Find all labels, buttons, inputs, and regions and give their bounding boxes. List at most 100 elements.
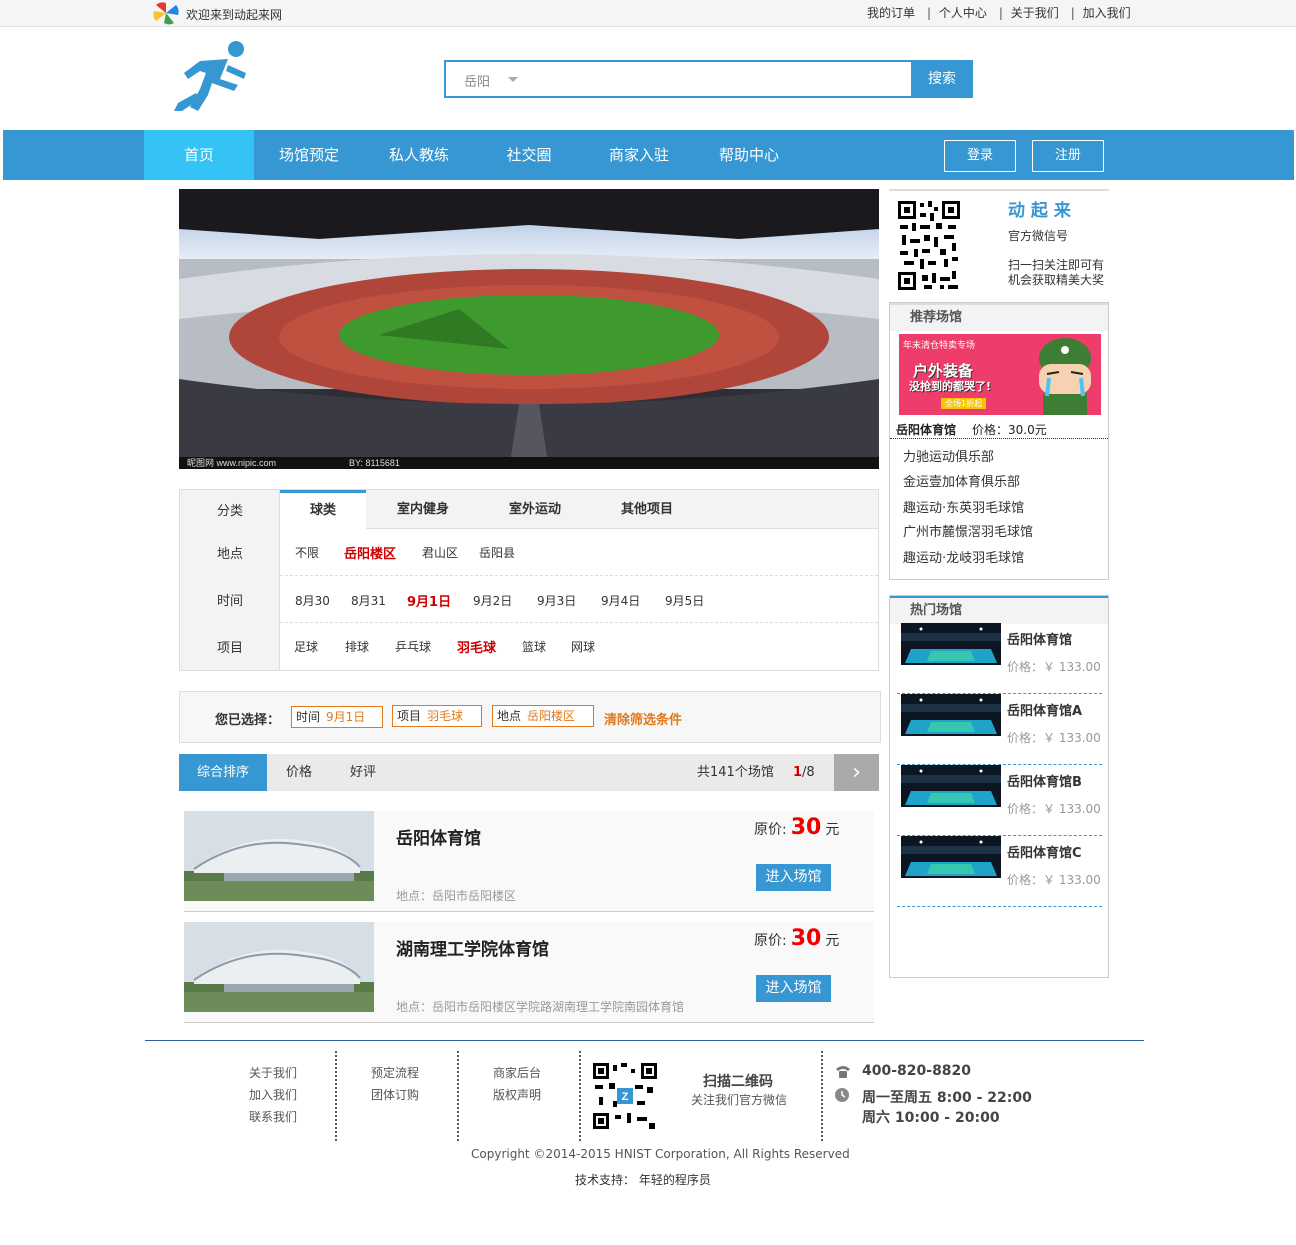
about-us-link[interactable]: 关于我们 — [1011, 6, 1059, 20]
footer: 关于我们 加入我们 联系我们 预定流程 团体订购 商家后台 版权声明 Z 扫描二… — [145, 1040, 1144, 1245]
tab-ball-sports[interactable]: 球类 — [280, 490, 366, 530]
outdoor-gear-ad[interactable]: 年末清仓特卖专场 户外装备 没抢到的都哭了! 全场1折起 — [899, 334, 1101, 415]
venue-price: 原价: 30 元 — [754, 815, 839, 840]
recommend-list-item[interactable]: 趣运动·东英羽毛球馆 — [903, 497, 1024, 516]
venue-name[interactable]: 岳阳体育馆 — [396, 824, 481, 849]
venue-name[interactable]: 湖南理工学院体育馆 — [396, 935, 549, 960]
search-button[interactable]: 搜索 — [911, 60, 973, 98]
recommend-list-item[interactable]: 趣运动·龙岐羽毛球馆 — [903, 547, 1024, 566]
personal-center-link[interactable]: 个人中心 — [939, 6, 987, 20]
wechat-qr-box: 动 起 来 官方微信号 扫一扫关注即可有 机会获取精美大奖 — [889, 189, 1109, 293]
nav-personal-trainer[interactable]: 私人教练 — [364, 130, 474, 180]
sort-rating[interactable]: 好评 — [350, 754, 376, 791]
city-select[interactable]: 岳阳 — [464, 71, 490, 90]
arena-photo — [901, 836, 1001, 878]
chevron-down-icon[interactable] — [508, 77, 518, 82]
qr-title: 动 起 来 — [1008, 201, 1071, 221]
time-option-selected[interactable]: 9月1日 — [407, 591, 451, 610]
hot-venue-item[interactable]: 岳阳体育馆C 价格：￥ 133.00 — [897, 836, 1102, 907]
chip-value: 羽毛球 — [427, 709, 464, 723]
divider — [890, 438, 1108, 439]
sport-option-selected[interactable]: 羽毛球 — [457, 637, 496, 656]
hot-venue-name: 岳阳体育馆C — [1007, 846, 1082, 861]
my-orders-link[interactable]: 我的订单 — [867, 6, 915, 20]
venue-image[interactable] — [184, 811, 374, 901]
footer-link-contact[interactable]: 联系我们 — [249, 1108, 297, 1125]
recommend-list-item[interactable]: 广州市麓憬滘羽毛球馆 — [903, 521, 1033, 540]
venue-image[interactable] — [184, 922, 374, 1012]
enter-venue-button[interactable]: 进入场馆 — [756, 864, 831, 891]
recommended-venues: 推荐场馆 年末清仓特卖专场 户外装备 没抢到的都哭了! 全场1折起 岳阳体育馆 … — [889, 302, 1109, 580]
footer-link-about[interactable]: 关于我们 — [249, 1064, 297, 1081]
filter-chip-sport[interactable]: 项目 羽毛球 — [392, 705, 482, 727]
filter-chip-location[interactable]: 地点 岳阳楼区 — [492, 705, 594, 727]
weekday-hours: 周一至周五 8:00 - 22:00 — [862, 1090, 1032, 1106]
sort-overall[interactable]: 综合排序 — [179, 754, 267, 791]
time-option[interactable]: 9月3日 — [537, 592, 576, 609]
footer-link-booking-flow[interactable]: 预定流程 — [371, 1064, 419, 1081]
nav-home[interactable]: 首页 — [144, 130, 254, 180]
chip-value: 9月1日 — [326, 710, 366, 724]
location-option[interactable]: 君山区 — [422, 544, 458, 561]
hot-venue-item[interactable]: 岳阳体育馆B 价格：￥ 133.00 — [897, 765, 1102, 836]
tab-other[interactable]: 其他项目 — [604, 490, 690, 529]
stadium-image: 昵图网 www.nipic.com BY: 8115681 — [179, 189, 879, 469]
sport-option[interactable]: 网球 — [571, 638, 595, 655]
footer-link-group-order[interactable]: 团体订购 — [371, 1086, 419, 1103]
soldier-mascot-icon — [1039, 338, 1091, 415]
category-label: 分类 — [216, 504, 243, 519]
enter-venue-button[interactable]: 进入场馆 — [756, 975, 831, 1002]
sport-option[interactable]: 篮球 — [522, 638, 546, 655]
hot-venue-item[interactable]: 岳阳体育馆 价格：￥ 133.00 — [897, 623, 1102, 694]
recommend-venue-price: 价格：30.0元 — [972, 423, 1047, 437]
sport-option[interactable]: 足球 — [294, 638, 318, 655]
hot-venue-name: 岳阳体育馆B — [1007, 775, 1082, 790]
svg-text:Z: Z — [622, 1091, 629, 1103]
tab-outdoor[interactable]: 室外运动 — [492, 490, 578, 529]
chip-key: 时间 — [296, 710, 321, 724]
venue-photo — [184, 811, 374, 901]
sport-option[interactable]: 乒乓球 — [395, 638, 431, 655]
footer-link-join[interactable]: 加入我们 — [249, 1086, 297, 1103]
separator: | — [998, 6, 1003, 20]
filter-chip-time[interactable]: 时间 9月1日 — [291, 706, 383, 728]
qr-subtitle: 官方微信号 — [1008, 229, 1069, 243]
qr-code-icon[interactable]: Z — [591, 1061, 659, 1131]
recommend-venue-name[interactable]: 岳阳体育馆 — [896, 421, 956, 438]
location-option[interactable]: 岳阳县 — [479, 544, 515, 561]
tab-indoor-fitness[interactable]: 室内健身 — [380, 490, 466, 529]
footer-link-merchant-admin[interactable]: 商家后台 — [493, 1064, 541, 1081]
nav-venue-booking[interactable]: 场馆预定 — [254, 130, 364, 180]
qr-code-icon[interactable] — [896, 199, 962, 292]
hot-venue-thumb — [901, 694, 1001, 736]
clear-filters-link[interactable]: 清除筛选条件 — [604, 709, 682, 728]
hot-venue-price: 价格：￥ 133.00 — [1007, 802, 1101, 816]
login-button[interactable]: 登录 — [944, 140, 1016, 172]
clock-icon — [835, 1088, 849, 1102]
stadium-banner[interactable]: 昵图网 www.nipic.com BY: 8115681 — [179, 189, 879, 469]
register-button[interactable]: 注册 — [1032, 140, 1104, 172]
runner-logo-icon[interactable] — [170, 39, 255, 111]
join-us-link[interactable]: 加入我们 — [1083, 6, 1131, 20]
footer-column: 关于我们 加入我们 联系我们 — [215, 1051, 337, 1141]
nav-social[interactable]: 社交圈 — [474, 130, 584, 180]
footer-link-copyright[interactable]: 版权声明 — [493, 1086, 541, 1103]
nav-merchant[interactable]: 商家入驻 — [584, 130, 694, 180]
hot-venue-item[interactable]: 岳阳体育馆A 价格：￥ 133.00 — [897, 694, 1102, 765]
next-page-button[interactable]: › — [834, 754, 879, 791]
time-option[interactable]: 8月30 — [295, 592, 330, 609]
recommend-list-item[interactable]: 力驰运动俱乐部 — [903, 446, 994, 465]
hot-venue-name: 岳阳体育馆 — [1007, 633, 1073, 648]
time-option[interactable]: 9月5日 — [665, 592, 704, 609]
location-option[interactable]: 不限 — [295, 544, 319, 561]
location-option-selected[interactable]: 岳阳楼区 — [344, 543, 396, 562]
venue-address: 地点：岳阳市岳阳楼区 — [396, 889, 517, 903]
sport-option[interactable]: 排球 — [345, 638, 369, 655]
time-option[interactable]: 8月31 — [351, 592, 386, 609]
recommend-list-item[interactable]: 金运壹加体育俱乐部 — [903, 471, 1020, 490]
time-option[interactable]: 9月2日 — [473, 592, 512, 609]
sort-price[interactable]: 价格 — [286, 754, 312, 791]
selected-label: 您已选择： — [215, 713, 281, 728]
nav-help[interactable]: 帮助中心 — [694, 130, 804, 180]
time-option[interactable]: 9月4日 — [601, 592, 640, 609]
